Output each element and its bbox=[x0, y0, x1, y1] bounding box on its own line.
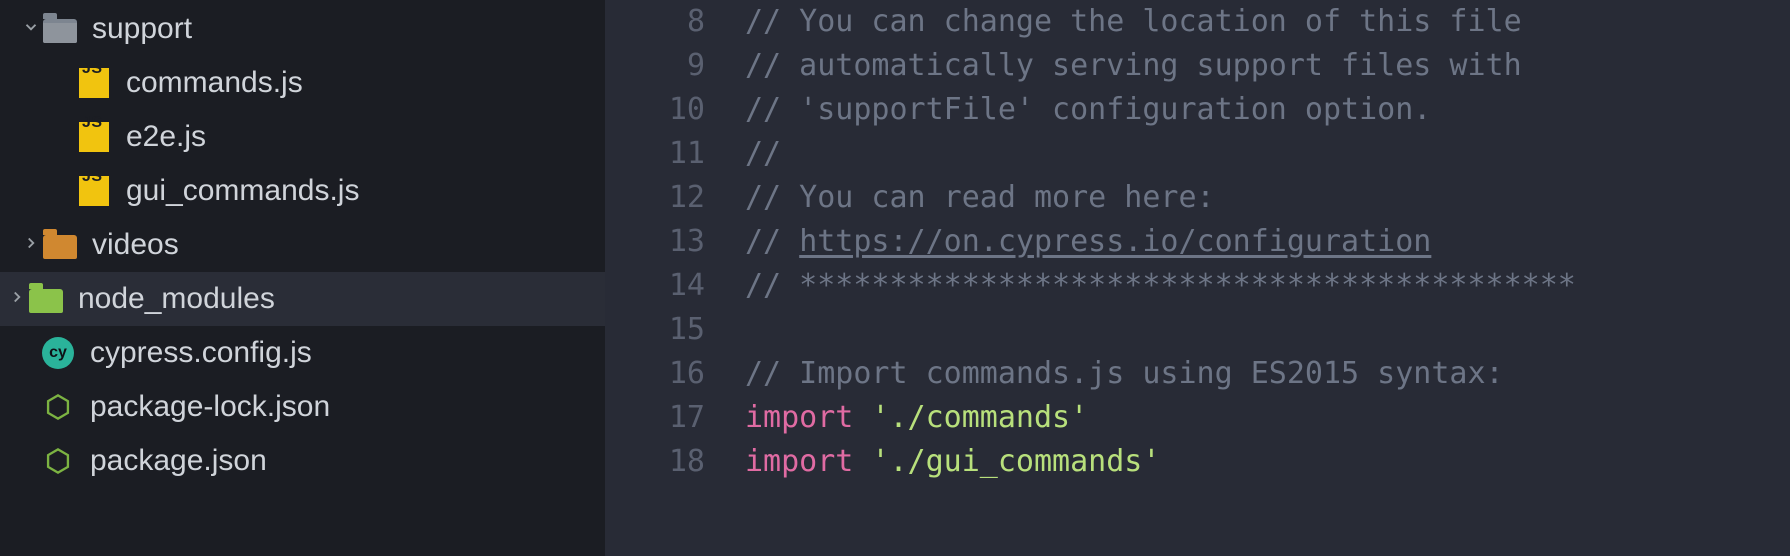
code-content: // Import commands.js using ES2015 synta… bbox=[745, 352, 1504, 396]
code-line[interactable]: 18import './gui_commands' bbox=[605, 440, 1790, 484]
code-content: import './commands' bbox=[745, 396, 1088, 440]
line-number: 12 bbox=[605, 176, 745, 220]
code-line[interactable]: 14// ***********************************… bbox=[605, 264, 1790, 308]
code-line[interactable]: 11// bbox=[605, 132, 1790, 176]
tree-item-label: cypress.config.js bbox=[90, 326, 312, 380]
cypress-icon: cy bbox=[40, 335, 76, 371]
folder-icon bbox=[28, 281, 64, 317]
tree-item-label: package-lock.json bbox=[90, 380, 330, 434]
chevron-right-icon bbox=[6, 272, 28, 326]
line-number: 15 bbox=[605, 308, 745, 352]
tree-item-label: support bbox=[92, 2, 192, 56]
tree-item-label: package.json bbox=[90, 434, 267, 488]
tree-folder-videos[interactable]: videos bbox=[0, 218, 605, 272]
file-explorer: support JS commands.js JS e2e.js JS gui_… bbox=[0, 0, 605, 556]
line-number: 9 bbox=[605, 44, 745, 88]
tree-item-label: commands.js bbox=[126, 56, 303, 110]
code-line[interactable]: 8// You can change the location of this … bbox=[605, 0, 1790, 44]
tree-folder-node-modules[interactable]: node_modules bbox=[0, 272, 605, 326]
code-content: // You can read more here: bbox=[745, 176, 1215, 220]
chevron-right-icon bbox=[20, 218, 42, 272]
chevron-down-icon bbox=[20, 2, 42, 56]
tree-item-label: videos bbox=[92, 218, 179, 272]
nodejs-icon bbox=[40, 389, 76, 425]
tree-file-cypress-config[interactable]: cy cypress.config.js bbox=[0, 326, 605, 380]
code-content: // bbox=[745, 132, 781, 176]
code-content: import './gui_commands' bbox=[745, 440, 1160, 484]
code-line[interactable]: 12// You can read more here: bbox=[605, 176, 1790, 220]
code-content: // automatically serving support files w… bbox=[745, 44, 1522, 88]
code-line[interactable]: 10// 'supportFile' configuration option. bbox=[605, 88, 1790, 132]
folder-open-icon bbox=[42, 11, 78, 47]
code-line[interactable]: 9// automatically serving support files … bbox=[605, 44, 1790, 88]
line-number: 10 bbox=[605, 88, 745, 132]
line-number: 11 bbox=[605, 132, 745, 176]
code-line[interactable]: 17import './commands' bbox=[605, 396, 1790, 440]
tree-file-gui-commands-js[interactable]: JS gui_commands.js bbox=[0, 164, 605, 218]
code-content: // You can change the location of this f… bbox=[745, 0, 1522, 44]
line-number: 16 bbox=[605, 352, 745, 396]
line-number: 17 bbox=[605, 396, 745, 440]
tree-item-label: node_modules bbox=[78, 272, 275, 326]
js-file-icon: JS bbox=[76, 173, 112, 209]
nodejs-icon bbox=[40, 443, 76, 479]
code-content: // 'supportFile' configuration option. bbox=[745, 88, 1431, 132]
code-editor[interactable]: 8// You can change the location of this … bbox=[605, 0, 1790, 556]
code-line[interactable]: 13// https://on.cypress.io/configuration bbox=[605, 220, 1790, 264]
code-content: // https://on.cypress.io/configuration bbox=[745, 220, 1431, 264]
code-content: // *************************************… bbox=[745, 264, 1576, 308]
line-number: 13 bbox=[605, 220, 745, 264]
folder-icon bbox=[42, 227, 78, 263]
code-line[interactable]: 16// Import commands.js using ES2015 syn… bbox=[605, 352, 1790, 396]
line-number: 14 bbox=[605, 264, 745, 308]
tree-file-package-json[interactable]: package.json bbox=[0, 434, 605, 488]
code-line[interactable]: 15 bbox=[605, 308, 1790, 352]
tree-item-label: e2e.js bbox=[126, 110, 206, 164]
tree-item-label: gui_commands.js bbox=[126, 164, 359, 218]
line-number: 18 bbox=[605, 440, 745, 484]
tree-file-package-lock[interactable]: package-lock.json bbox=[0, 380, 605, 434]
line-number: 8 bbox=[605, 0, 745, 44]
